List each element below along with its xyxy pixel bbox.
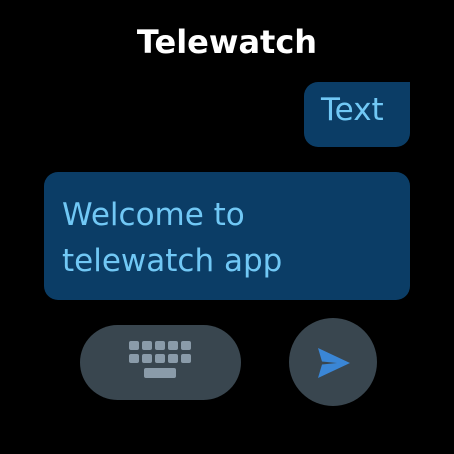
keyboard-icon [129,341,191,378]
message-text: Welcome to telewatch app [62,197,283,279]
message-bubble-incoming: Welcome to telewatch app [44,172,410,300]
watch-screen: Telewatch Text Welcome to telewatch app [0,0,454,454]
send-button[interactable] [289,318,377,406]
message-text: Text [321,92,384,128]
message-bubble-outgoing: Text [304,82,410,147]
keyboard-button[interactable] [80,325,241,400]
send-icon [318,348,350,378]
app-title: Telewatch [136,23,318,61]
